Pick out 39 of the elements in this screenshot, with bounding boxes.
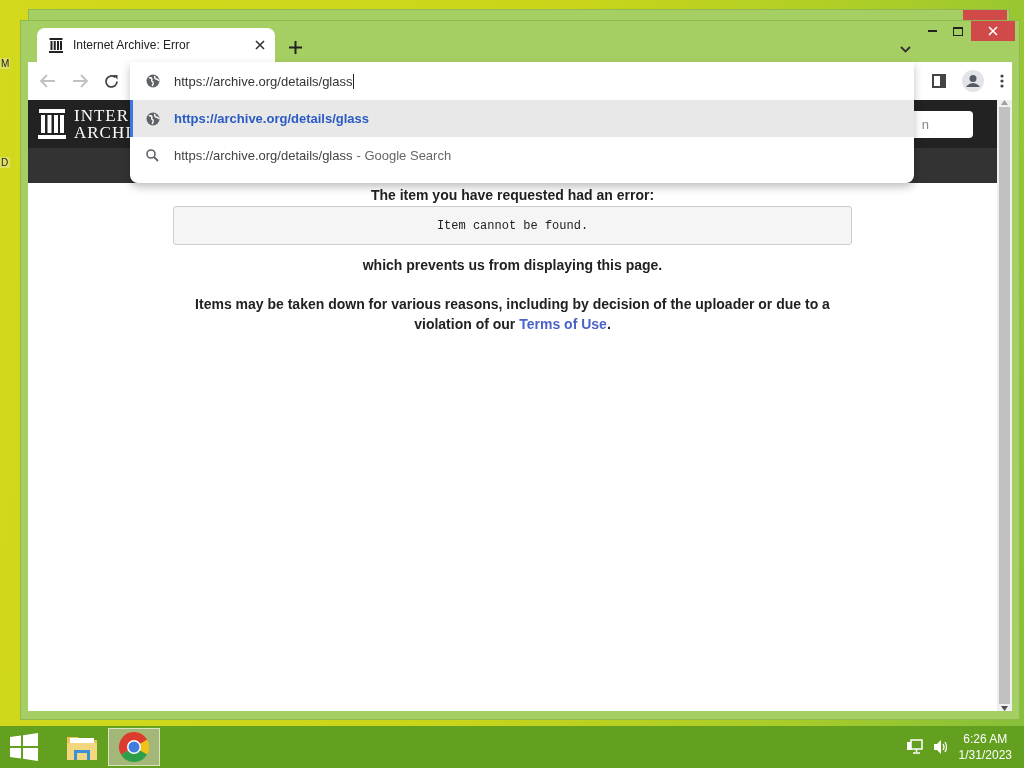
menu-icon[interactable]: [1000, 74, 1004, 88]
reload-icon[interactable]: [104, 73, 119, 89]
close-button[interactable]: [971, 21, 1015, 41]
side-panel-icon[interactable]: [932, 74, 946, 88]
taskbar-app[interactable]: [108, 728, 160, 766]
globe-icon: [146, 111, 160, 126]
close-icon: [988, 26, 998, 36]
pillars-logo-icon: [38, 109, 66, 139]
pillars-logo-icon: [49, 37, 63, 53]
globe-icon: [146, 74, 160, 88]
suggestion-text: https://archive.org/details/glass: [174, 111, 370, 126]
search-icon: [146, 149, 159, 162]
error-text: which prevents us from displaying this page.: [362, 257, 663, 273]
desktop-icon-label[interactable]: M: [0, 58, 11, 69]
error-heading: The item you have requested had an error:: [370, 186, 655, 204]
chevron-icon[interactable]: [900, 46, 911, 53]
error-explanation: Items may be taken down for various reasons, including by decision of the uploader or due to a violation of our Terms of Use.: [194, 295, 831, 334]
browser-tab[interactable]: Internet Archive: Error: [37, 28, 275, 62]
suggestion-row[interactable]: https://archive.org/details/glass - Google Search: [130, 137, 914, 174]
browser-logo-icon: [118, 731, 150, 763]
address-field[interactable]: https://archive.org/details/glass: [174, 73, 355, 89]
new-tab-icon[interactable]: [289, 41, 302, 54]
volume-icon[interactable]: [932, 739, 949, 755]
minimize-icon[interactable]: [927, 29, 937, 33]
error-message: Item cannot be found.: [173, 206, 852, 245]
logo-text: INTER: [74, 107, 131, 124]
suggestion-row[interactable]: https://archive.org/details/glass: [130, 100, 914, 137]
scrollbar[interactable]: [997, 100, 1012, 711]
windows-start-icon[interactable]: [10, 733, 38, 761]
network-icon[interactable]: [906, 739, 923, 755]
close-icon[interactable]: [255, 40, 265, 50]
scroll-down-icon[interactable]: [1001, 706, 1008, 711]
profile-icon[interactable]: [962, 70, 984, 92]
desktop-icon-label[interactable]: D: [0, 157, 11, 168]
suggestion-text: https://archive.org/details/glass: [174, 148, 353, 163]
maximize-icon[interactable]: [953, 26, 963, 36]
logo-text: ARCHI: [74, 124, 132, 141]
terms-link[interactable]: Terms of Use: [519, 316, 607, 332]
suggestion-hint: - Google Search: [356, 148, 452, 163]
